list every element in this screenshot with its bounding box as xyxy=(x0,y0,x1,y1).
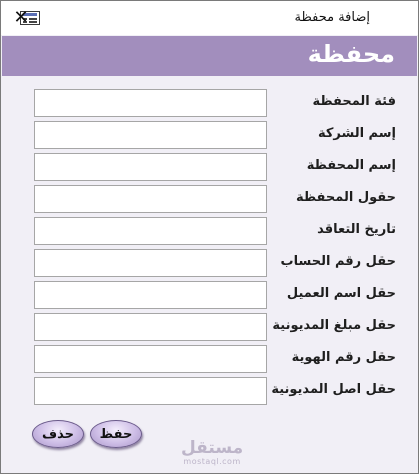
watermark-text: مستقل xyxy=(181,438,244,458)
close-button[interactable]: ✕ xyxy=(3,3,39,33)
field-row-debt-principal: حقل اصل المديونية xyxy=(1,377,418,405)
dialog-window: إضافة محفظة ✕ محفظة فئة المحفظة إسم الشر… xyxy=(0,0,419,474)
debt-amount-field-input[interactable] xyxy=(34,313,267,341)
field-row-portfolio-name: إسم المحفظة xyxy=(1,153,418,181)
watermark-url: mostaql.com xyxy=(183,457,241,466)
contract-date-input[interactable] xyxy=(34,217,267,245)
field-label: تاريخ التعاقد xyxy=(317,222,396,237)
company-name-input[interactable] xyxy=(34,121,267,149)
field-row-id-number: حقل رقم الهوية xyxy=(1,345,418,373)
field-label: حقل رقم الحساب xyxy=(280,254,396,269)
close-icon: ✕ xyxy=(13,7,29,28)
portfolio-name-input[interactable] xyxy=(34,153,267,181)
save-button[interactable]: حفظ xyxy=(90,420,142,448)
account-number-field-input[interactable] xyxy=(34,249,267,277)
field-label: حقل اصل المديونية xyxy=(271,382,396,397)
field-label: حقل رقم الهوية xyxy=(291,350,396,365)
title-bar[interactable]: إضافة محفظة ✕ xyxy=(1,1,418,35)
field-label: فئة المحفظة xyxy=(312,94,396,109)
field-label: حقل مبلغ المديونية xyxy=(272,318,396,333)
field-label: إسم الشركة xyxy=(317,126,396,141)
field-row-customer-name: حقل اسم العميل xyxy=(1,281,418,309)
watermark-logo: مستقل mostaql.com xyxy=(181,439,243,466)
field-row-company-name: إسم الشركة xyxy=(1,121,418,149)
field-row-debt-amount: حقل مبلغ المديونية xyxy=(1,313,418,341)
field-label: حقل اسم العميل xyxy=(286,286,396,301)
delete-button[interactable]: حذف xyxy=(32,420,84,448)
id-number-field-input[interactable] xyxy=(34,345,267,373)
customer-name-field-input[interactable] xyxy=(34,281,267,309)
field-label: إسم المحفظة xyxy=(306,158,396,173)
field-row-portfolio-fields: حقول المحفظة xyxy=(1,185,418,213)
window-title: إضافة محفظة xyxy=(294,10,371,25)
field-row-portfolio-category: فئة المحفظة xyxy=(1,89,418,117)
field-row-account-number: حقل رقم الحساب xyxy=(1,249,418,277)
field-row-contract-date: تاريخ التعاقد xyxy=(1,217,418,245)
form-title: محفظة xyxy=(307,40,395,68)
debt-principal-field-input[interactable] xyxy=(34,377,267,405)
portfolio-fields-input[interactable] xyxy=(34,185,267,213)
field-label: حقول المحفظة xyxy=(295,190,396,205)
form-header: محفظة xyxy=(2,36,417,76)
portfolio-category-input[interactable] xyxy=(34,89,267,117)
